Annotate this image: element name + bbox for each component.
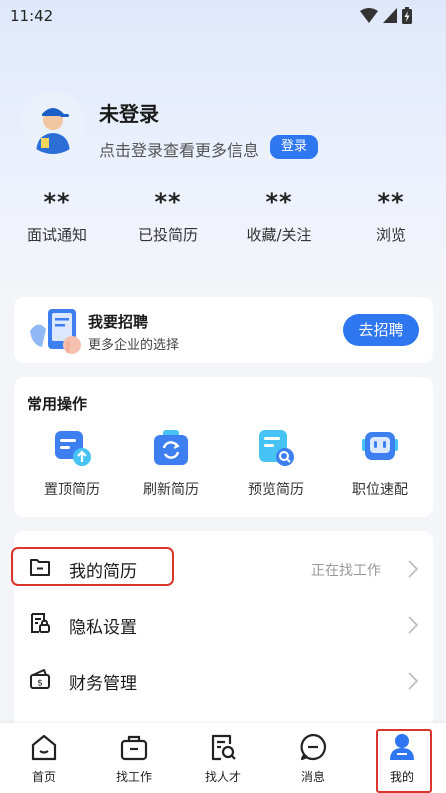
common-item-refresh-resume[interactable]: 刷新简历 [121,427,221,499]
tab-label: 首页 [31,770,56,784]
wifi-icon [360,8,378,23]
common-ops-title: 常用操作 [27,395,88,413]
avatar[interactable] [22,92,84,154]
tab-label: 消息 [300,770,325,784]
profile-name: 未登录 [99,102,159,126]
menu-item-privacy[interactable]: 隐私设置 [14,593,433,649]
stat-label: 浏览 [375,226,406,244]
battery-icon [402,7,412,24]
recruit-card[interactable]: 我要招聘 更多企业的选择 去招聘 [14,297,433,363]
search-doc-icon [211,734,236,761]
menu-item-finance[interactable]: $ 财务管理 [14,649,433,705]
stat-label: 收藏/关注 [246,226,312,244]
resume-top-icon [51,427,93,469]
profile-subtitle: 点击登录查看更多信息 [99,141,260,160]
message-icon [300,733,327,761]
common-item-label: 刷新简历 [143,482,199,498]
tab-label: 找工作 [115,770,152,784]
tab-label: 找人才 [204,770,241,784]
lock-doc-icon [31,613,50,633]
stat-favorites[interactable]: ** 收藏/关注 [224,182,334,245]
stat-value: ** [154,188,182,216]
stat-interview[interactable]: ** 面试通知 [2,182,112,245]
stat-label: 面试通知 [26,226,87,244]
common-item-label: 置顶简历 [44,482,100,498]
chevron-right-icon [408,560,419,578]
common-item-label: 职位速配 [352,482,408,498]
status-bar: 11:42 [0,0,446,32]
recruit-subtitle: 更多企业的选择 [88,338,180,353]
login-button[interactable]: 登录 [270,135,318,159]
common-item-top-resume[interactable]: 置顶简历 [22,427,122,499]
stat-applied[interactable]: ** 已投简历 [113,182,223,245]
stat-value: ** [43,188,71,216]
stat-label: 已投简历 [137,226,198,244]
svg-text:$: $ [37,679,43,689]
stat-value: ** [265,188,293,216]
tab-find-talent[interactable]: 找人才 [183,723,263,793]
stat-views[interactable]: ** 浏览 [336,182,446,245]
menu-item-label: 财务管理 [69,674,137,694]
recruit-illustration-icon [28,307,86,355]
tab-messages[interactable]: 消息 [273,723,353,793]
job-match-icon [359,427,401,469]
home-icon [31,734,57,761]
stat-value: ** [377,188,405,216]
refresh-resume-icon [150,427,192,469]
common-item-job-match[interactable]: 职位速配 [330,427,430,499]
status-time: 11:42 [10,7,54,25]
common-ops-card: 常用操作 置顶简历 刷新简历 预览简历 职位速配 [14,377,433,517]
stats-row: ** 面试通知 ** 已投简历 ** 收藏/关注 ** 浏览 [0,182,446,252]
common-item-preview-resume[interactable]: 预览简历 [226,427,326,499]
go-recruit-button[interactable]: 去招聘 [343,314,419,346]
profile-header[interactable]: 未登录 点击登录查看更多信息 登录 [22,92,422,162]
recruit-title: 我要招聘 [88,313,149,331]
status-icons [360,7,412,24]
tab-find-job[interactable]: 找工作 [94,723,174,793]
common-item-label: 预览简历 [248,482,304,498]
job-status-text: 正在找工作 [311,563,381,579]
signal-icon [383,8,397,23]
highlight-annotation [11,547,174,586]
wallet-icon: $ [30,669,50,689]
chevron-right-icon [408,672,419,690]
highlight-annotation [376,729,432,793]
briefcase-icon [120,735,148,761]
chevron-right-icon [408,616,419,634]
menu-item-label: 隐私设置 [69,618,137,638]
tab-home[interactable]: 首页 [4,723,84,793]
preview-resume-icon [255,427,297,469]
